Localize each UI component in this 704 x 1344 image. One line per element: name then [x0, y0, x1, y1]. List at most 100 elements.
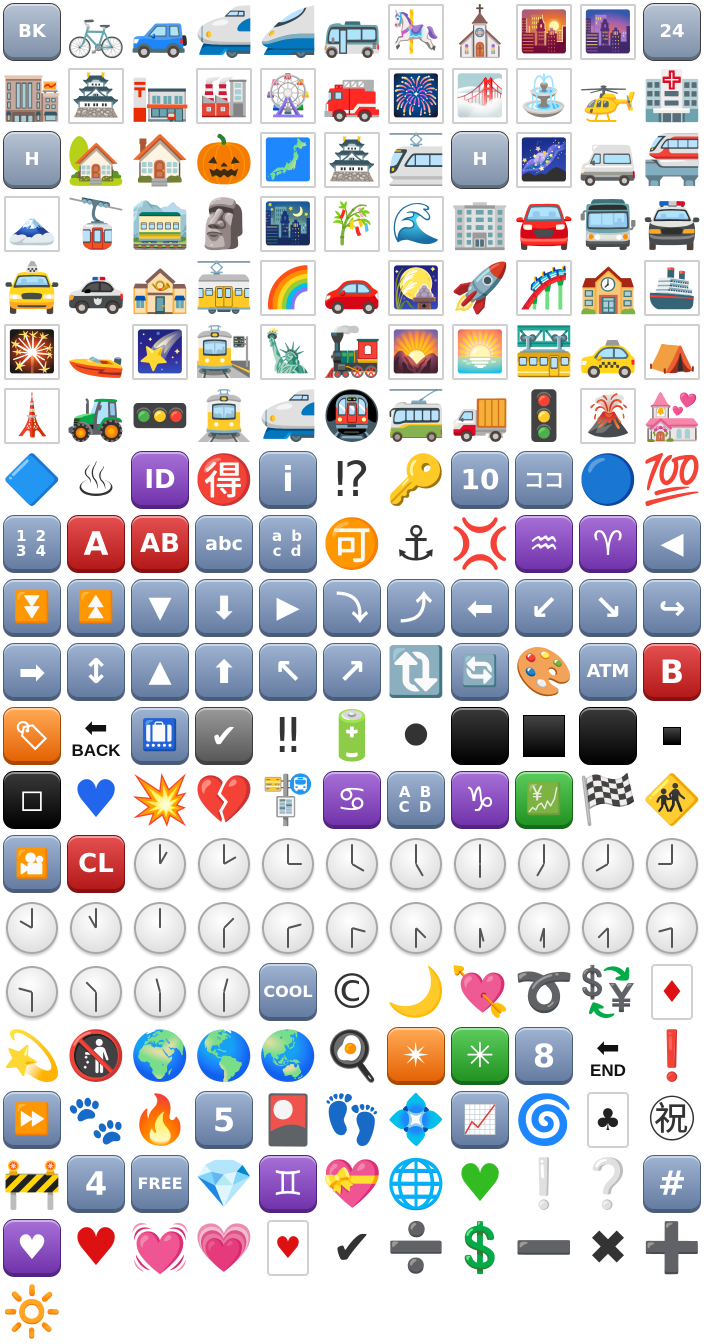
- arrow-right-tile: ➡: [3, 643, 61, 701]
- arrow-right-icon: ➡: [0, 640, 64, 704]
- night-city-card: 🌃: [260, 196, 316, 252]
- house-garden-glyph: 🏡: [66, 132, 126, 188]
- heavy-dollar-glyph: 💲: [450, 1220, 510, 1276]
- arrow-up-small-icon: ▲: [128, 640, 192, 704]
- black-large-square-icon: [448, 704, 512, 768]
- minute-hand: [607, 844, 609, 864]
- sun-glyph: 🔆: [2, 1284, 62, 1340]
- copyright-glyph: ©: [328, 964, 376, 1020]
- information-source-tile: i: [259, 451, 317, 509]
- minute-hand: [31, 908, 33, 928]
- castle-card: 🏯: [68, 68, 124, 124]
- dusk-city-card: 🌆: [580, 4, 636, 60]
- station-icon: 🚉: [192, 320, 256, 384]
- hour-hand: [287, 923, 302, 929]
- hot-springs-icon: ♨: [64, 448, 128, 512]
- children-crossing-glyph: 🚸: [642, 772, 702, 828]
- minute-hand: [415, 844, 417, 864]
- arrows-clockwise-icon: 🔃: [384, 640, 448, 704]
- paw-prints-icon: 🐾: [64, 1088, 128, 1152]
- dusk-city-icon: 🌆: [576, 0, 640, 64]
- black-circle-icon: ⚫: [384, 704, 448, 768]
- gem-glyph: 💎: [194, 1156, 254, 1212]
- shooting-star-card: 🌠: [132, 324, 188, 380]
- hospital-glyph: 🏥: [642, 68, 702, 124]
- clock-11-face: [70, 902, 122, 954]
- globe-meridians-icon: 🌐: [384, 1152, 448, 1216]
- clock-2-30-icon: [256, 896, 320, 960]
- jack-o-lantern-icon: 🎃: [192, 128, 256, 192]
- arrow-down-icon: ⬇: [192, 576, 256, 640]
- rocket-glyph: 🚀: [450, 260, 510, 316]
- capricorn-tile: ♑: [451, 771, 509, 829]
- key-icon: 🔑: [384, 448, 448, 512]
- chart-yen-icon: 💹: [512, 768, 576, 832]
- hour-hand: [351, 927, 366, 933]
- flower-playing-cards-icon: 🎴: [256, 1088, 320, 1152]
- convenience-store-tile: 24: [643, 3, 701, 61]
- ballot-box-check-tile: ✔: [195, 707, 253, 765]
- heart-with-arrow-icon: 💘: [448, 960, 512, 1024]
- arrow-left-tile: ⬅: [451, 579, 509, 637]
- clubs-card-icon: ♣: [576, 1088, 640, 1152]
- minute-hand: [351, 844, 353, 864]
- clock-7-face: [518, 838, 570, 890]
- clock-6-30-face: [518, 902, 570, 954]
- hour-hand: [536, 863, 545, 877]
- minute-hand: [607, 928, 609, 948]
- tram-car-glyph: 🚋: [194, 260, 254, 316]
- school-icon: 🏫: [576, 256, 640, 320]
- clock-8-30-face: [646, 902, 698, 954]
- large-blue-circle-glyph: 🔵: [578, 452, 638, 508]
- clock-6-icon: [448, 832, 512, 896]
- hash-key-icon: #: [640, 1152, 704, 1216]
- heavy-multiplication-icon: ✖: [576, 1216, 640, 1280]
- taxi-side-icon: 🚕: [576, 320, 640, 384]
- currency-exchange-icon: 💱: [576, 960, 640, 1024]
- fireworks-icon: 🎆: [384, 64, 448, 128]
- negative-squared-ab-icon: AB: [128, 512, 192, 576]
- tokyo-tower-icon: 🗼: [0, 384, 64, 448]
- keycap-eight-icon: 8: [512, 1024, 576, 1088]
- hospital-icon: 🏥: [640, 64, 704, 128]
- love-hotel-tile: H: [451, 131, 509, 189]
- metro-glyph: 🚇: [322, 388, 382, 444]
- clock-10-icon: [0, 896, 64, 960]
- input-latin-lowercase-tile: abc: [195, 515, 253, 573]
- helicopter-glyph: 🚁: [578, 68, 638, 124]
- diamond-with-dot-icon: 💠: [384, 1088, 448, 1152]
- diamond-with-dot-glyph: 💠: [386, 1092, 446, 1148]
- negative-squared-b-icon: B: [640, 640, 704, 704]
- globe-americas-icon: 🌎: [192, 1024, 256, 1088]
- globe-asia-icon: 🌏: [256, 1024, 320, 1088]
- clock-12-icon: [128, 896, 192, 960]
- arrows-counterclockwise-tile: 🔄: [451, 643, 509, 701]
- clock-3-30-icon: [320, 896, 384, 960]
- black-medium-small-square-icon: [512, 704, 576, 768]
- blue-car-glyph: 🚙: [130, 4, 190, 60]
- post-office-jp-icon: 🏤: [128, 256, 192, 320]
- arrow-up-down-tile: ↕: [67, 643, 125, 701]
- clock-5-30-face: [454, 902, 506, 954]
- clock-9-30-face: [6, 966, 58, 1018]
- capricorn-icon: ♑: [448, 768, 512, 832]
- fast-forward-tile: ⏩: [3, 1091, 61, 1149]
- checkered-flag-icon: 🏁: [576, 768, 640, 832]
- input-abcd-tile: a b c d: [259, 515, 317, 573]
- diamonds-card-face: ♦: [651, 964, 693, 1020]
- battery-icon: 🔋: [320, 704, 384, 768]
- speedboat-icon: 🚤: [64, 320, 128, 384]
- baggage-claim-icon: 🛄: [128, 704, 192, 768]
- arrows-counterclockwise-icon: 🔄: [448, 640, 512, 704]
- aries-tile: ♈: [579, 515, 637, 573]
- artist-palette-icon: 🎨: [512, 640, 576, 704]
- statue-of-liberty-icon: 🗽: [256, 320, 320, 384]
- minute-hand: [223, 844, 225, 864]
- heavy-minus-glyph: ➖: [514, 1220, 574, 1276]
- end-arrow-icon: ⬅ END: [576, 1024, 640, 1088]
- information-source-icon: i: [256, 448, 320, 512]
- police-car-icon: 🚔: [640, 192, 704, 256]
- exclamation-question-glyph: ⁉: [334, 452, 370, 508]
- horizontal-traffic-light-icon: 🚥: [128, 384, 192, 448]
- gift-heart-glyph: 💝: [322, 1156, 382, 1212]
